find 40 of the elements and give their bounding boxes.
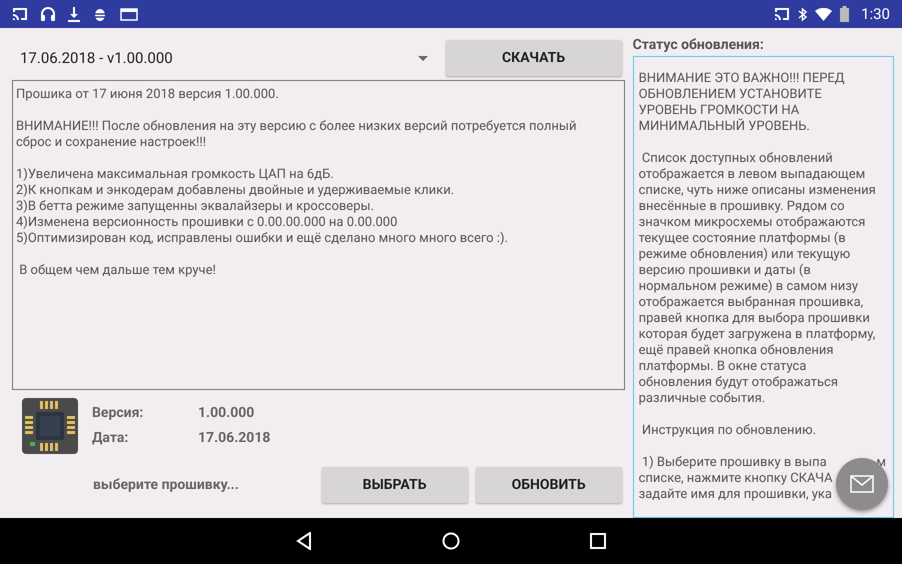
info-value: 1.00.000 <box>198 404 254 423</box>
status-line: ещё правей кнопка обновления <box>638 343 834 359</box>
changelog-line: ВНИМАНИЕ!!! После обновления на эту версию с более низких версий потребуется полный <box>16 119 576 135</box>
clock: 1:30 <box>861 4 890 25</box>
status-line: внесённые в прошивку. Рядом со <box>638 199 844 215</box>
selected-firmware-label: выберите прошивку... <box>93 476 239 494</box>
info-label: Версия: <box>92 404 144 423</box>
changelog-line: 1)Увеличена максимальная громкость ЦАП на 6дБ. <box>16 167 334 183</box>
status-line: значком микросхемы отображаются <box>638 215 866 231</box>
status-line: ОБНОВЛЕНИЕМ УСТАНОВИТЕ <box>638 87 822 103</box>
status-line: платформы. В окне статуса <box>638 359 806 375</box>
status-line: обновления будут отображаться <box>638 375 838 391</box>
status-line: текущее состояние платформы (в <box>638 231 846 247</box>
status-line: правей кнопка для выбора прошивки <box>638 311 870 327</box>
status-line: МИНИМАЛЬНЫЙ УРОВЕНЬ. <box>638 119 810 135</box>
changelog-line: 5)Оптимизирован код, исправлены ошибки и ещё сделано много много всего :). <box>16 231 508 247</box>
status-line: версию прошивки и даты (в <box>638 263 811 279</box>
changelog-line: 3)В бетта режиме запущенны эквалайзеры и кроссоверы. <box>16 199 374 215</box>
status-line: списке, нажмите кнопку СКАЧА <box>638 471 833 487</box>
status-line: УРОВЕНЬ ГРОМКОСТИ НА <box>638 103 800 118</box>
status-line: Инструкция по обновлению. <box>640 423 816 439</box>
status-line: различные события. <box>638 391 766 407</box>
status-line: режиме обновления) или текущую <box>638 247 850 263</box>
status-line: которая будет загружена в платформу, <box>638 327 876 343</box>
status-line: 1) Выберите прошивку в выпа <box>640 455 827 471</box>
status-line: ВНИМАНИЕ ЭТО ВАЖНО!!! ПЕРЕД <box>638 71 845 87</box>
changelog-line: Прошика от 17 июня 2018 версия 1.00.000. <box>16 87 279 103</box>
changelog-line: 2)К кнопкам и энкодерам добавлены двойные и удерживаемые клики. <box>16 183 454 199</box>
changelog-line: В общем чем дальше тем круче! <box>18 263 216 279</box>
changelog-line: сброс и сохранение настроек!!! <box>16 135 206 151</box>
status-line: Список доступных обновлений <box>640 151 833 167</box>
status-line: отображается в левом выпадающем <box>638 167 866 183</box>
changelog-line: 4)Изменена версионность прошивки с 0.00.00.000 на 0.00.000 <box>16 215 398 231</box>
status-line: списке, чуть ниже описаны изменения <box>638 183 876 199</box>
status-line: нормальном режиме) в самом низу <box>638 279 858 295</box>
info-value: 17.06.2018 <box>198 429 270 448</box>
status-line: задайте имя для прошивки, ука <box>638 487 832 503</box>
status-title: Статус обновления: <box>632 37 765 53</box>
info-label: Дата: <box>92 429 130 448</box>
status-line: отображается выбранная прошивка, <box>638 295 864 311</box>
